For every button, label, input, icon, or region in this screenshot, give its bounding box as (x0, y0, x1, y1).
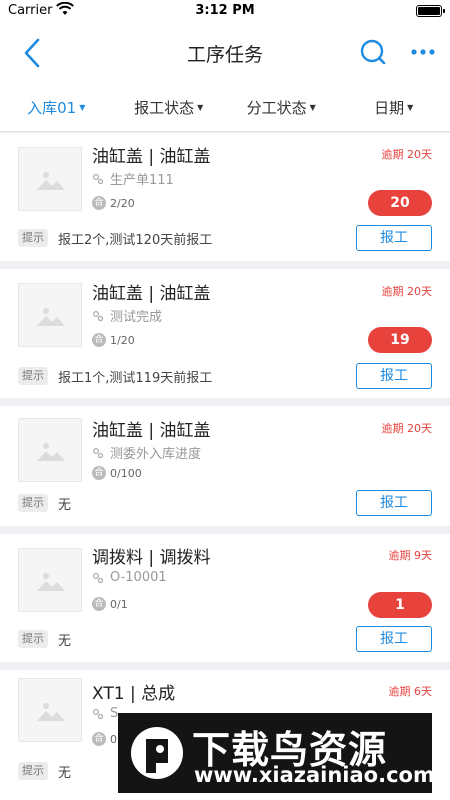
task-thumbnail (18, 548, 82, 612)
image-placeholder-icon (37, 443, 65, 461)
task-thumbnail (18, 678, 82, 742)
gear-link-icon (92, 447, 104, 458)
task-quantity-text: 1/20 (110, 333, 135, 347)
chevron-down-icon: ▼ (197, 103, 204, 112)
task-title: 油缸盖 | 油缸盖 (92, 284, 211, 304)
task-subtitle: S (92, 706, 118, 721)
task-subtitle: 测委外入库进度 (92, 443, 201, 462)
nav-bar: 工序任务 (0, 22, 450, 84)
tip-text: 报工2个,测试120天前报工 (58, 233, 213, 248)
task-card[interactable]: 油缸盖 | 油缸盖 逾期 20天 生产单111 合 2/20 20 提示 报工2… (0, 133, 450, 261)
filter-warehouse[interactable]: 入库01 ▼ (0, 84, 113, 131)
filter-report-status-label: 报工状态 (134, 99, 195, 117)
quantity-icon: 合 (92, 732, 106, 746)
quantity-icon: 合 (92, 597, 106, 611)
report-button[interactable]: 报工 (356, 363, 432, 389)
tip-tag: 提示 (18, 229, 48, 247)
gear-link-icon (92, 572, 104, 583)
task-card[interactable]: 油缸盖 | 油缸盖 逾期 20天 测试完成 合 1/20 19 提示 报工1个,… (0, 269, 450, 398)
task-thumbnail (18, 147, 82, 211)
task-quantity: 合 1/20 (92, 333, 135, 347)
task-title: 调拨料 | 调拨料 (92, 548, 211, 568)
task-thumbnail (18, 283, 82, 347)
tip-tag: 提示 (18, 762, 48, 780)
task-quantity-text: 2/20 (110, 196, 135, 210)
task-subtitle: 测试完成 (92, 306, 162, 325)
count-badge: 20 (368, 190, 432, 216)
overdue-label: 逾期 6天 (388, 685, 433, 698)
battery-icon (416, 5, 445, 17)
report-button[interactable]: 报工 (356, 225, 432, 251)
image-placeholder-icon (37, 308, 65, 326)
clock: 3:12 PM (195, 3, 255, 18)
tip-text: 报工1个,测试119天前报工 (58, 371, 213, 386)
task-quantity: 合 0/100 (92, 466, 142, 480)
status-bar: Carrier 3:12 PM (0, 0, 450, 22)
more-icon[interactable] (408, 37, 438, 67)
image-placeholder-icon (37, 172, 65, 190)
task-title: 油缸盖 | 油缸盖 (92, 421, 211, 441)
tip-text: 无 (58, 634, 72, 649)
tip-text: 无 (58, 766, 72, 781)
quantity-icon: 合 (92, 333, 106, 347)
gear-link-icon (92, 310, 104, 321)
report-button[interactable]: 报工 (356, 626, 432, 652)
task-subtitle: 生产单111 (92, 169, 174, 188)
tip-tag: 提示 (18, 367, 48, 385)
filter-assign-status[interactable]: 分工状态 ▼ (225, 84, 338, 131)
task-quantity-text: 0/1 (110, 597, 128, 611)
task-quantity-text: 0/100 (110, 466, 142, 480)
filter-bar: 入库01 ▼ 报工状态 ▼ 分工状态 ▼ 日期 ▼ (0, 84, 450, 132)
image-placeholder-icon (37, 703, 65, 721)
filter-date[interactable]: 日期 ▼ (338, 84, 450, 131)
chevron-down-icon: ▼ (79, 103, 86, 112)
task-title: 油缸盖 | 油缸盖 (92, 147, 211, 167)
gear-link-icon (92, 708, 104, 719)
tip-text: 无 (58, 498, 72, 513)
task-subtitle-text: 测委外入库进度 (110, 447, 202, 462)
tip-tag: 提示 (18, 630, 48, 648)
task-card[interactable]: 油缸盖 | 油缸盖 逾期 20天 测委外入库进度 合 0/100 提示 无 报工 (0, 406, 450, 526)
task-quantity: 合 0/1 (92, 597, 128, 611)
task-quantity: 合 0 (92, 732, 117, 746)
task-thumbnail (18, 418, 82, 482)
search-icon[interactable] (358, 37, 388, 67)
filter-assign-status-label: 分工状态 (246, 99, 307, 117)
overdue-label: 逾期 20天 (381, 285, 433, 298)
bird-logo-icon (131, 727, 183, 779)
image-placeholder-icon (37, 573, 65, 591)
task-subtitle: O-10001 (92, 570, 167, 585)
overdue-label: 逾期 20天 (381, 422, 433, 435)
task-quantity: 合 2/20 (92, 196, 135, 210)
task-card[interactable]: 调拨料 | 调拨料 逾期 9天 O-10001 合 0/1 1 提示 无 报工 (0, 534, 450, 662)
overdue-label: 逾期 20天 (381, 148, 433, 161)
task-quantity-text: 0 (110, 732, 117, 746)
filter-warehouse-label: 入库01 (27, 99, 77, 117)
chevron-down-icon: ▼ (309, 103, 316, 112)
tip-tag: 提示 (18, 494, 48, 512)
quantity-icon: 合 (92, 196, 106, 210)
task-subtitle-text: 生产单111 (110, 173, 174, 188)
count-badge: 19 (368, 327, 432, 353)
filter-report-status[interactable]: 报工状态 ▼ (113, 84, 226, 131)
task-subtitle-text: 测试完成 (110, 310, 163, 325)
task-subtitle-text: O-10001 (110, 570, 167, 585)
overdue-label: 逾期 9天 (388, 549, 433, 562)
filter-date-label: 日期 (374, 99, 405, 117)
gear-link-icon (92, 173, 104, 184)
task-title: XT1 | 总成 (92, 684, 176, 704)
count-badge: 1 (368, 592, 432, 618)
chevron-down-icon: ▼ (407, 103, 414, 112)
watermark-banner: 下载鸟资源 www.xiazainiao.com (118, 713, 435, 793)
quantity-icon: 合 (92, 466, 106, 480)
report-button[interactable]: 报工 (356, 490, 432, 516)
watermark-url: www.xiazainiao.com (194, 763, 435, 787)
